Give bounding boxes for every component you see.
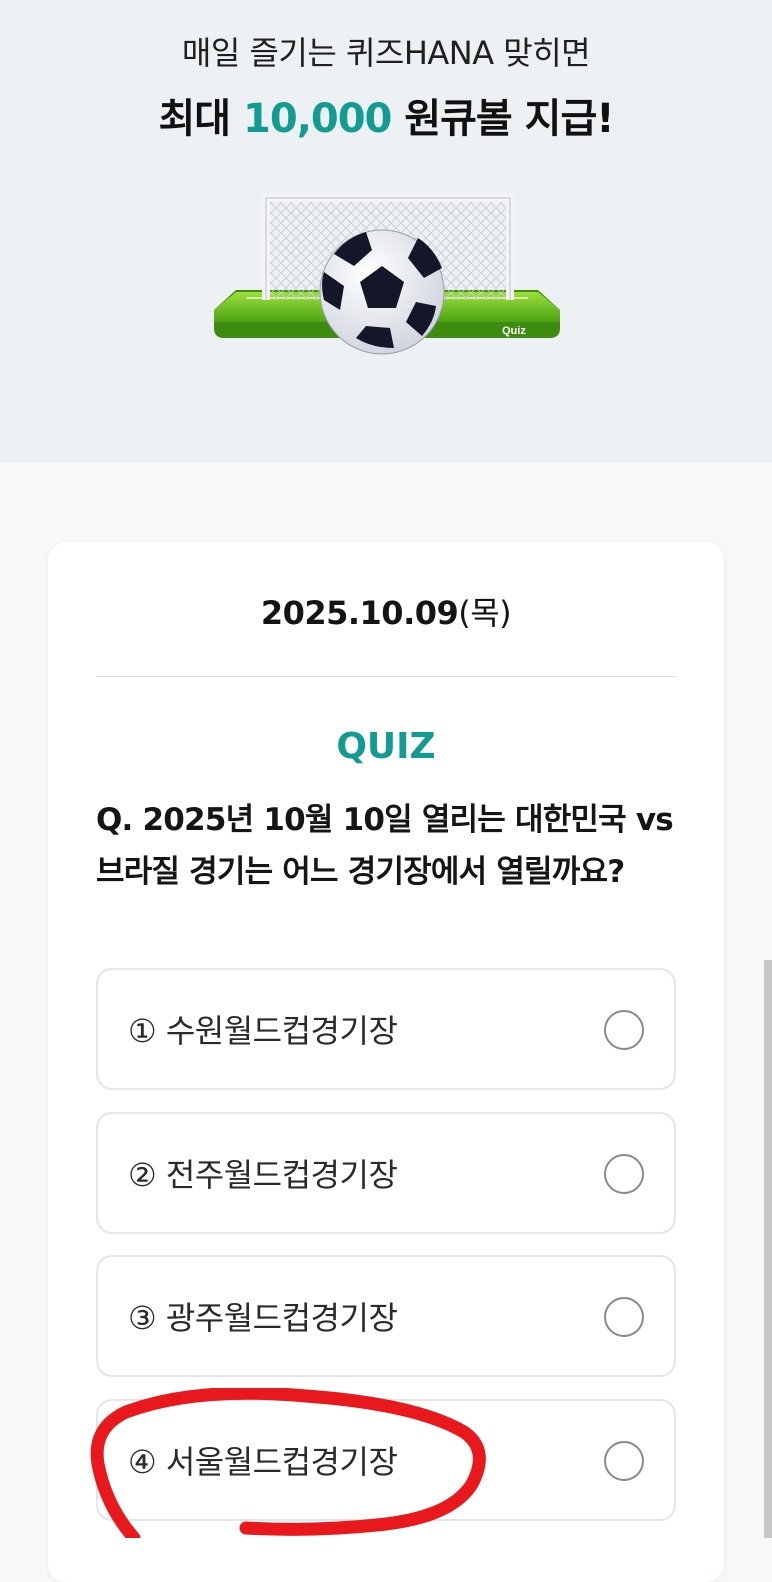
answer-option-label: ④ 서울월드컵경기장: [128, 1443, 398, 1481]
quiz-label: QUIZ: [336, 726, 436, 767]
hero-title-suffix: 원큐볼 지급!: [391, 96, 614, 142]
quiz-date-value: 2025.10.09: [260, 594, 459, 632]
quiz-day-of-week: (목): [458, 594, 512, 632]
quiz-card: 2025.10.09(목) QUIZ Q. 2025년 10월 10일 열리는 …: [48, 542, 724, 1582]
answer-option-2[interactable]: ② 전주월드컵경기장: [96, 1112, 676, 1234]
answer-option-1[interactable]: ① 수원월드컵경기장: [96, 968, 676, 1090]
answer-option-3[interactable]: ③ 광주월드컵경기장: [96, 1255, 676, 1377]
hero-title-prefix: 최대: [158, 96, 244, 142]
scrollbar[interactable]: [764, 960, 772, 1538]
answer-option-label: ② 전주월드컵경기장: [128, 1156, 398, 1194]
illustration-label: Quiz: [502, 325, 526, 337]
answer-option-label: ③ 광주월드컵경기장: [128, 1299, 398, 1337]
quiz-date: 2025.10.09(목): [48, 588, 724, 634]
soccer-goal-ball-icon: Quiz: [214, 194, 560, 355]
hero-banner: 매일 즐기는 퀴즈HANA 맞히면 최대 10,000 원큐볼 지급! Quiz: [0, 0, 772, 462]
radio-circle-icon[interactable]: [604, 1297, 644, 1337]
hero-title-amount: 10,000: [243, 96, 392, 142]
hero-subtitle: 매일 즐기는 퀴즈HANA 맞히면: [181, 34, 591, 72]
radio-circle-icon[interactable]: [604, 1010, 644, 1050]
answer-option-4[interactable]: ④ 서울월드컵경기장: [96, 1399, 676, 1521]
radio-circle-icon[interactable]: [604, 1441, 644, 1481]
quiz-question: Q. 2025년 10월 10일 열리는 대한민국 vs 브라질 경기는 어느 …: [96, 802, 674, 890]
answer-option-label: ① 수원월드컵경기장: [128, 1012, 398, 1050]
divider: [96, 676, 676, 677]
radio-circle-icon[interactable]: [604, 1154, 644, 1194]
hero-title: 최대 10,000 원큐볼 지급!: [0, 86, 772, 144]
